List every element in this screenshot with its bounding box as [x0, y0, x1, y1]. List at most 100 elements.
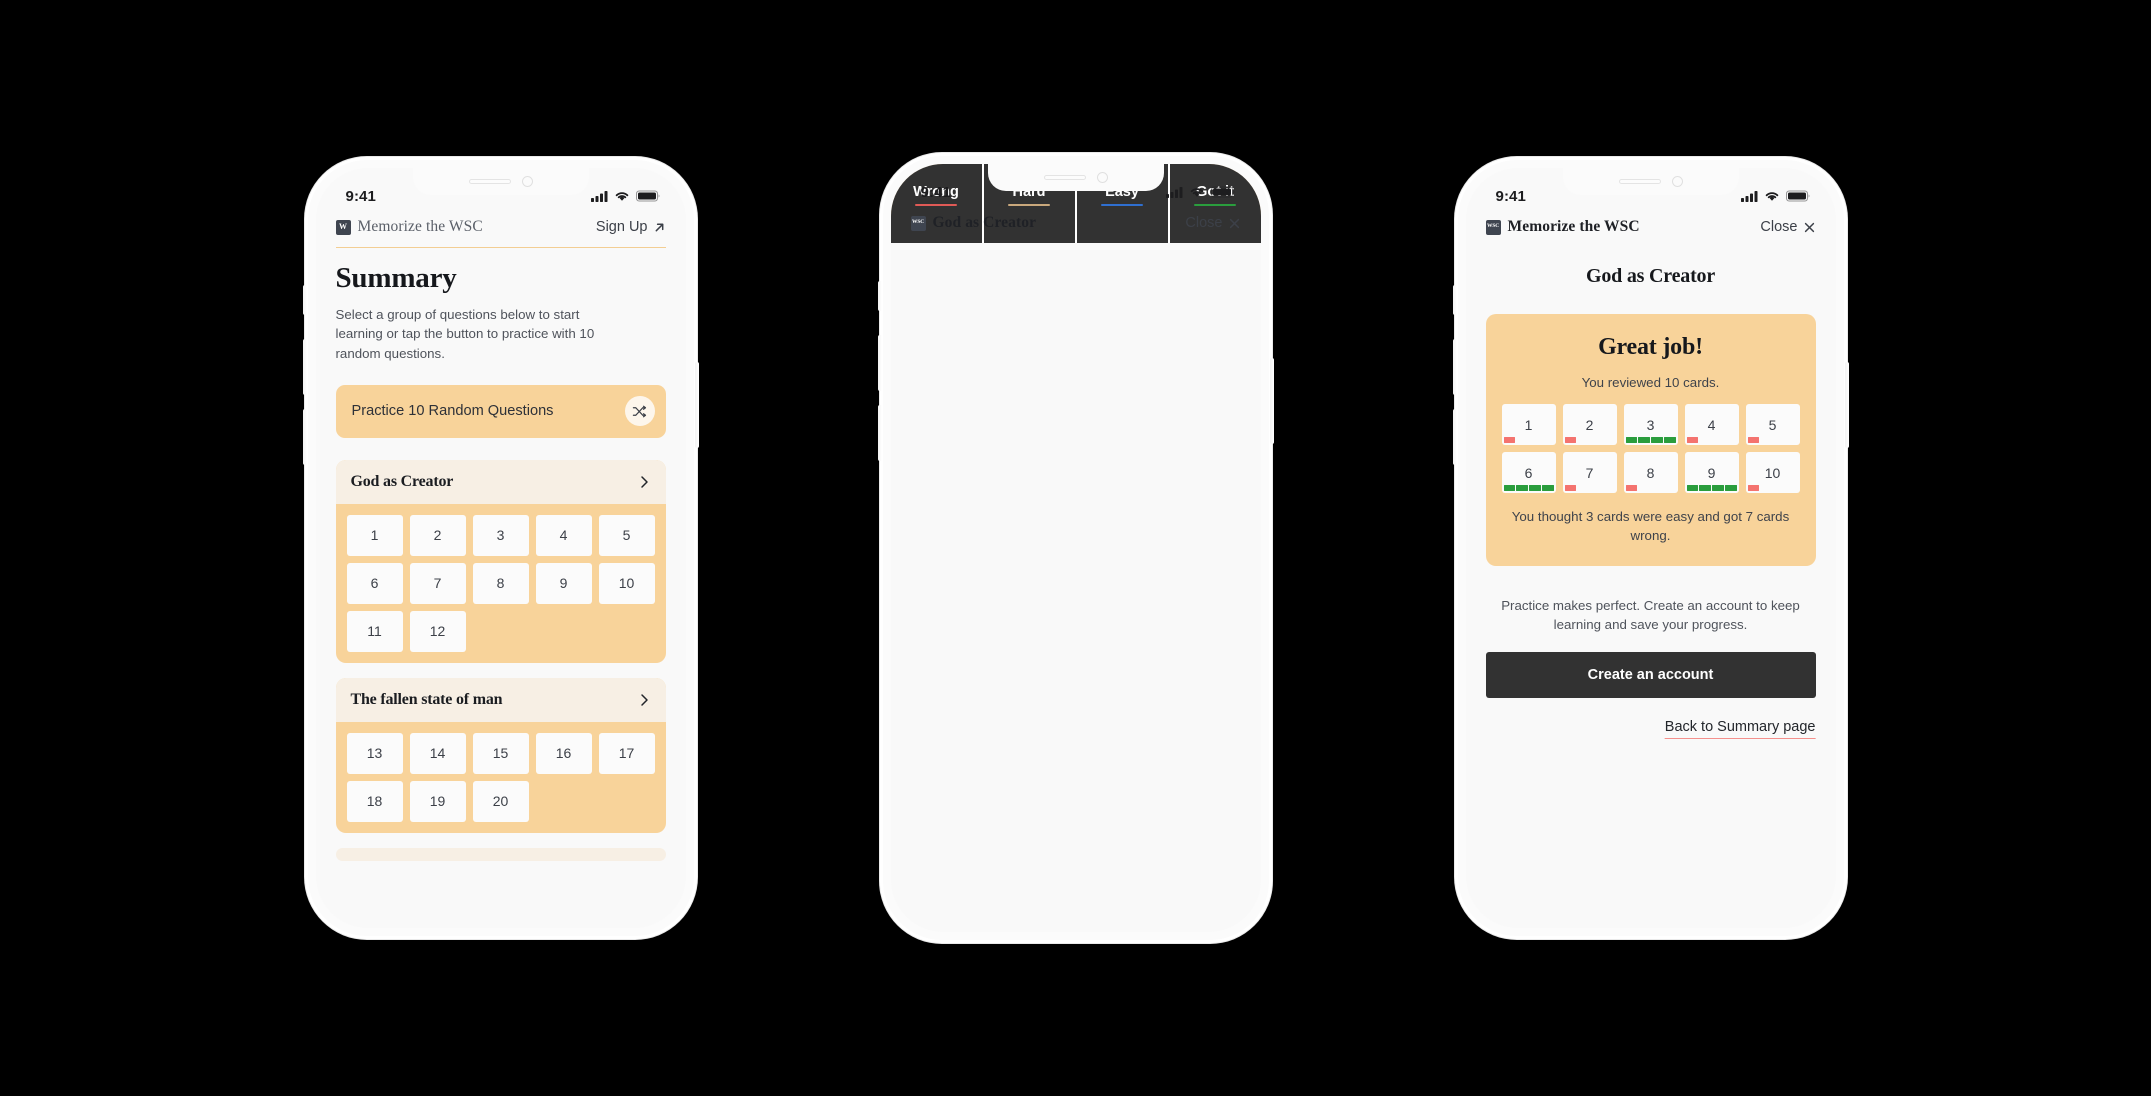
phone-device-flashcard: 9:41 WSC God as Creator Close Wrong Hard… [877, 153, 1274, 943]
wsc-logo-icon: W [335, 219, 351, 235]
question-number-card[interactable]: 5 [598, 514, 655, 556]
volume-up-button[interactable] [877, 335, 882, 391]
reviewed-card[interactable]: 7 [1562, 452, 1617, 493]
reviewed-card[interactable]: 1 [1501, 404, 1556, 445]
brand[interactable]: W Memorize the WSC [335, 218, 483, 236]
reviewed-card-segments [1625, 437, 1676, 443]
reviewed-card-segments [1686, 437, 1737, 443]
reviewed-card-segments [1564, 485, 1615, 491]
volume-down-button[interactable] [302, 409, 307, 465]
battery-icon [1785, 190, 1809, 202]
question-number-card[interactable]: 6 [346, 562, 403, 604]
cellular-signal-icon [1740, 191, 1757, 202]
external-link-arrow-icon [655, 223, 663, 231]
reviewed-card[interactable]: 5 [1745, 404, 1800, 445]
question-number-card[interactable]: 16 [535, 732, 592, 774]
reviewed-card[interactable]: 6 [1501, 452, 1556, 493]
segment-easy [1686, 485, 1698, 491]
wifi-icon [615, 192, 628, 201]
reviewed-card-segments [1503, 485, 1554, 491]
close-label: Close [1185, 215, 1223, 231]
reviewed-card-segments [1625, 485, 1676, 491]
question-number-card[interactable]: 9 [535, 562, 592, 604]
close-button[interactable]: Close [1185, 215, 1240, 231]
segment-easy [1712, 485, 1724, 491]
reviewed-card-number: 5 [1768, 416, 1777, 433]
status-time: 9:41 [1495, 187, 1526, 205]
reviewed-card[interactable]: 4 [1684, 404, 1739, 445]
create-account-button[interactable]: Create an account [1485, 652, 1816, 699]
question-number-card[interactable]: 11 [346, 610, 403, 652]
group-header-god-as-creator[interactable]: God as Creator [335, 459, 666, 504]
question-group-card: The fallen state of man 13 14 15 16 17 18 19 20 [335, 677, 666, 833]
question-number-card[interactable]: 7 [409, 562, 466, 604]
status-icons [1165, 186, 1235, 198]
app-header: WSC Memorize the WSC Close [1466, 214, 1836, 247]
segment-easy [1638, 437, 1650, 443]
question-number-card[interactable]: 15 [472, 732, 529, 774]
back-to-summary-link[interactable]: Back to Summary page [1664, 719, 1816, 740]
reviewed-card-number: 4 [1707, 416, 1716, 433]
group-number-grid: 1 2 3 4 5 6 7 8 9 10 11 12 [336, 504, 666, 663]
question-group-card-partial[interactable] [335, 847, 666, 861]
close-label: Close [1760, 219, 1798, 235]
close-x-icon [1229, 218, 1239, 228]
reviewed-card-number: 10 [1764, 464, 1781, 481]
close-x-icon [1804, 222, 1814, 232]
question-number-card[interactable]: 1 [346, 514, 403, 556]
question-number-card[interactable]: 14 [409, 732, 466, 774]
app-header: W Memorize the WSC Sign Up [316, 214, 686, 247]
segment-wrong [1625, 485, 1637, 491]
sign-up-button[interactable]: Sign Up [596, 219, 666, 235]
power-button[interactable] [1269, 358, 1274, 444]
reviewed-card[interactable]: 2 [1562, 404, 1617, 445]
segment-easy [1503, 485, 1515, 491]
volume-down-button[interactable] [877, 405, 882, 461]
volume-up-button[interactable] [302, 339, 307, 395]
silent-switch[interactable] [1452, 285, 1457, 315]
chevron-right-icon [640, 694, 648, 706]
question-number-card[interactable]: 20 [472, 780, 529, 822]
reviewed-card-segments [1564, 437, 1615, 443]
volume-up-button[interactable] [1452, 339, 1457, 395]
segment-easy [1725, 485, 1737, 491]
flashcard-screen: 9:41 WSC God as Creator Close Wrong Hard… [890, 164, 1261, 243]
power-button[interactable] [694, 362, 699, 448]
shuffle-glyph-icon [632, 405, 647, 418]
segment-easy [1542, 485, 1554, 491]
phone-device-results: 9:41 WSC Memorize the WSC Close God as C… [1452, 157, 1849, 939]
silent-switch[interactable] [302, 285, 307, 315]
reviewed-card[interactable]: 9 [1684, 452, 1739, 493]
front-camera-icon [1671, 176, 1683, 187]
question-number-card[interactable]: 3 [472, 514, 529, 556]
practice-random-button[interactable]: Practice 10 Random Questions [335, 384, 666, 438]
question-number-card[interactable]: 2 [409, 514, 466, 556]
results-card-grid: 1 2 3 4 5 6 7 8 9 10 [1501, 404, 1800, 493]
power-button[interactable] [1844, 362, 1849, 448]
reviewed-card-number: 8 [1646, 464, 1655, 481]
brand: WSC Memorize the WSC [1485, 218, 1640, 236]
question-number-card[interactable]: 10 [598, 562, 655, 604]
reviewed-card-number: 7 [1585, 464, 1594, 481]
close-button[interactable]: Close [1760, 219, 1815, 235]
question-number-card[interactable]: 18 [346, 780, 403, 822]
question-number-card[interactable]: 19 [409, 780, 466, 822]
reviewed-card[interactable]: 10 [1745, 452, 1800, 493]
shuffle-icon [624, 396, 655, 427]
question-number-card[interactable]: 13 [346, 732, 403, 774]
volume-down-button[interactable] [1452, 409, 1457, 465]
question-number-card[interactable]: 12 [409, 610, 466, 652]
earpiece-speaker-icon [1618, 179, 1661, 184]
reviewed-card-segments [1747, 437, 1798, 443]
results-footer-text: You thought 3 cards were easy and got 7 … [1511, 509, 1790, 544]
reviewed-card[interactable]: 8 [1623, 452, 1678, 493]
question-number-card[interactable]: 17 [598, 732, 655, 774]
sign-up-label: Sign Up [595, 219, 648, 235]
question-number-card[interactable]: 8 [472, 562, 529, 604]
phone-screen-bezel: 9:41 [1465, 168, 1836, 928]
silent-switch[interactable] [877, 281, 882, 311]
group-header-fallen-state-of-man[interactable]: The fallen state of man [335, 677, 666, 722]
question-number-card[interactable]: 4 [535, 514, 592, 556]
reviewed-card[interactable]: 3 [1623, 404, 1678, 445]
wifi-icon [1190, 188, 1203, 197]
